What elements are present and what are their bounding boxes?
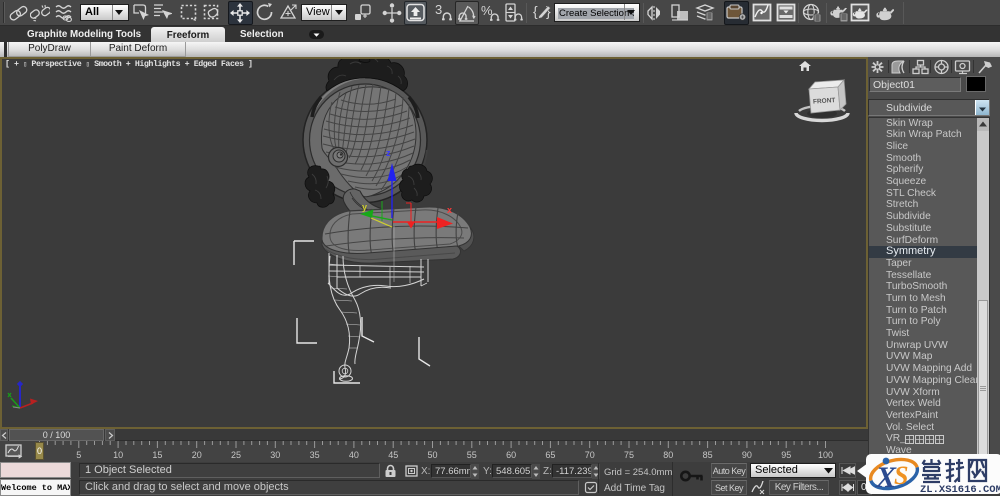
svg-text:{: { xyxy=(533,3,538,19)
svg-text:95: 95 xyxy=(781,450,791,460)
svg-text:80: 80 xyxy=(663,450,673,460)
svg-text:85: 85 xyxy=(703,450,713,460)
svg-text:100: 100 xyxy=(818,450,833,460)
svg-text:x: x xyxy=(447,205,452,215)
svg-text:15: 15 xyxy=(152,450,162,460)
svg-text:ZL.XS1616.COM: ZL.XS1616.COM xyxy=(920,484,1000,495)
svg-text:45: 45 xyxy=(388,450,398,460)
svg-text:90: 90 xyxy=(742,450,752,460)
svg-text:y: y xyxy=(362,202,367,212)
svg-text:3: 3 xyxy=(435,2,442,17)
svg-text:30: 30 xyxy=(270,450,280,460)
svg-text:25: 25 xyxy=(231,450,241,460)
svg-text:10: 10 xyxy=(113,450,123,460)
svg-text:70: 70 xyxy=(585,450,595,460)
svg-text:65: 65 xyxy=(545,450,555,460)
svg-text:35: 35 xyxy=(310,450,320,460)
svg-text:20: 20 xyxy=(192,450,202,460)
svg-text:75: 75 xyxy=(624,450,634,460)
svg-text:S: S xyxy=(894,461,908,490)
svg-text:50: 50 xyxy=(427,450,437,460)
svg-text:55: 55 xyxy=(467,450,477,460)
svg-text:5: 5 xyxy=(76,450,81,460)
svg-text:60: 60 xyxy=(506,450,516,460)
svg-text:40: 40 xyxy=(349,450,359,460)
svg-text:z: z xyxy=(386,148,391,158)
